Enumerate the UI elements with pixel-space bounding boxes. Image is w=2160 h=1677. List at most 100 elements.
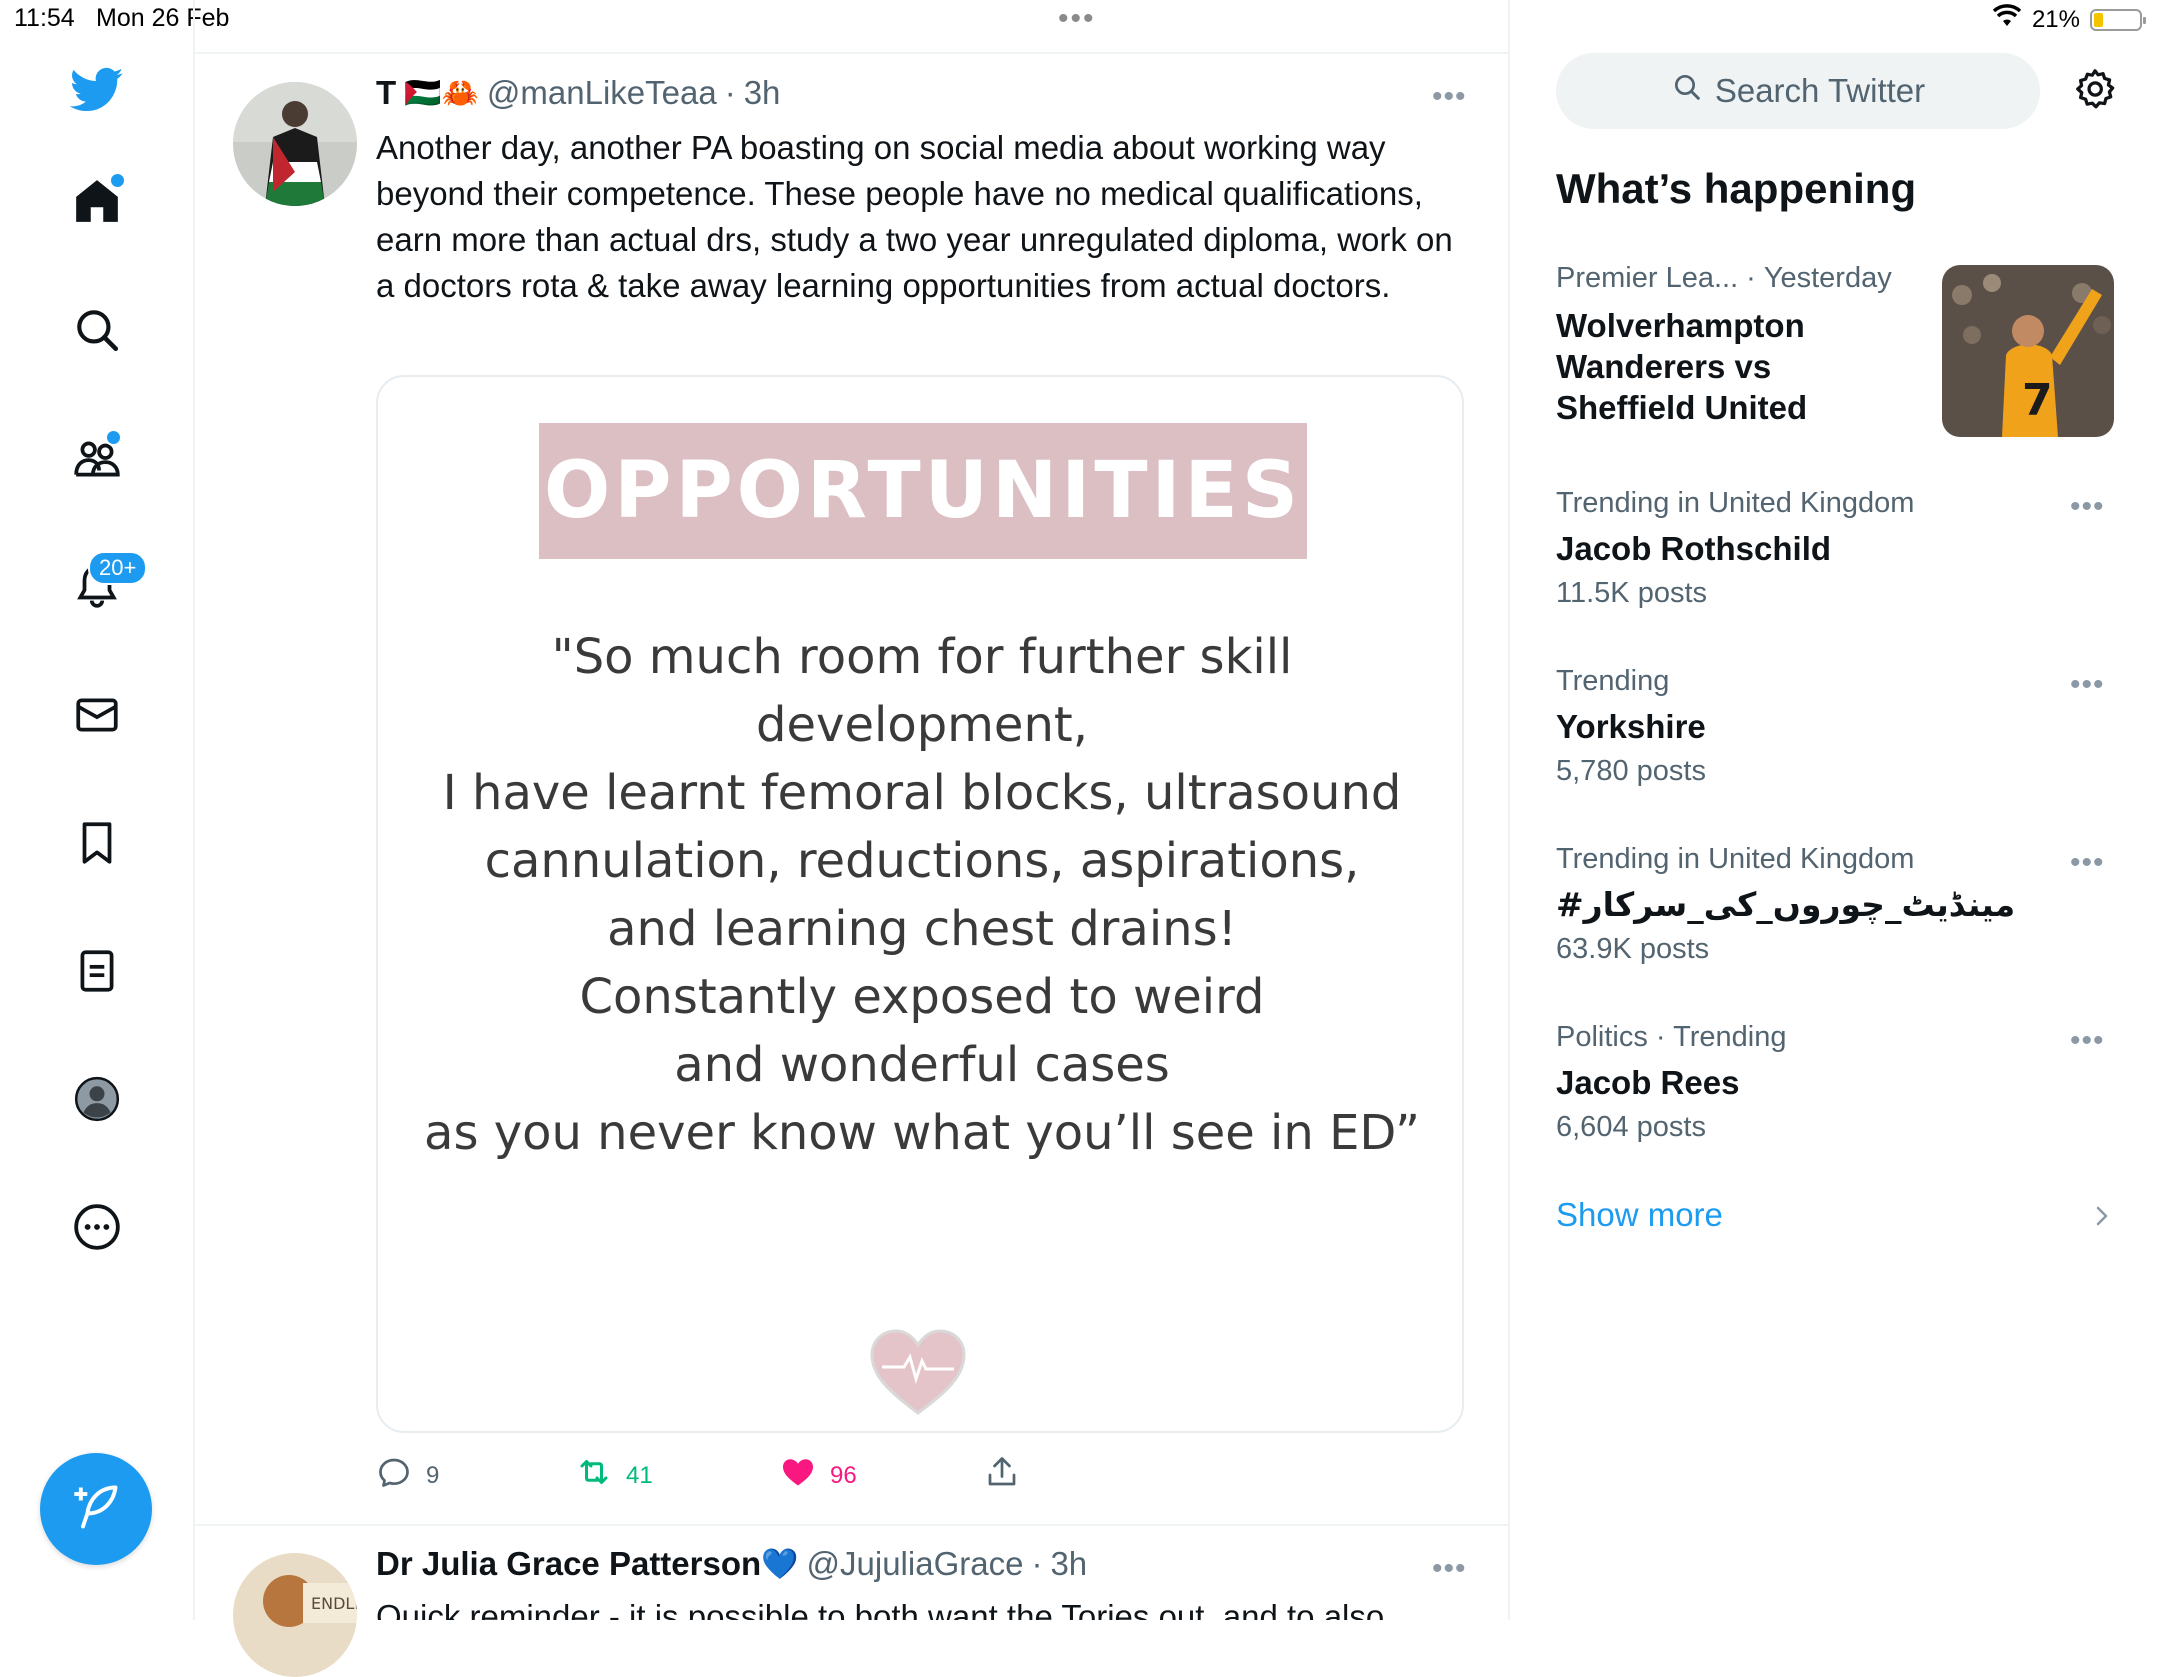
tweet-divider [194,1524,1508,1526]
share-icon [984,1454,1020,1497]
tweet-author-avatar[interactable] [233,82,357,206]
nav-communities[interactable] [62,425,132,495]
chevron-right-icon[interactable] [2090,1200,2114,1237]
list-icon [72,946,122,1001]
quote-line: Constantly exposed to weird [579,969,1265,1025]
reply-count: 9 [426,1461,440,1489]
nav-divider [193,0,195,1620]
trend-more-button[interactable]: ••• [2070,846,2105,880]
featured-event-image[interactable]: 7 [1942,265,2114,437]
tweet-author-handle[interactable]: @manLikeTeaa [487,74,717,112]
trend-item[interactable]: Trending in United Kingdom #مینڈیٹ_چوروں… [1556,843,2116,966]
tweet-header: T 🇵🇸🦀 @manLikeTeaa · 3h [376,74,780,112]
feather-plus-icon [70,1481,122,1538]
retweet-count: 41 [626,1461,653,1489]
nav-home[interactable] [62,168,132,238]
blue-heart-emoji: 💙 [761,1547,799,1581]
compose-tweet-button[interactable] [40,1453,152,1565]
separator-dot: · [724,74,736,111]
tweet-author-handle[interactable]: @JujuliaGrace [807,1545,1024,1583]
trend-context: Trending in United Kingdom [1556,843,1915,875]
trend-item[interactable]: Politics · Trending Jacob Rees 6,604 pos… [1556,1021,2116,1144]
settings-button[interactable] [2072,66,2122,116]
trend-item[interactable]: Trending in United Kingdom Jacob Rothsch… [1556,487,2116,610]
featured-context: Premier Lea... [1556,262,1739,294]
more-horizontal-icon: ••• [2070,490,2105,523]
battery-percent: 21% [2031,5,2080,33]
trend-title: Jacob Rothschild [1556,530,1832,567]
nav-messages[interactable] [62,682,132,752]
trend-title: #مینڈیٹ_چوروں_کی_سرکار [1556,885,2016,924]
featured-event[interactable]: Premier Lea... · Yesterday Wolverhampton… [1556,262,1956,428]
status-indicators: 21% [1992,4,2146,35]
tweet-text: Another day, another PA boasting on soci… [376,129,1453,304]
battery-fill [2094,12,2103,27]
trend-more-button[interactable]: ••• [2070,490,2105,524]
opportunities-title: OPPORTUNITIES [543,446,1303,536]
trend-count: 6,604 posts [1556,1111,1706,1143]
show-more-link[interactable]: Show more [1556,1196,1723,1234]
quote-line: "So much room for further skill [551,629,1293,685]
trend-count: 11.5K posts [1556,577,1708,609]
trend-context: Trending in United Kingdom [1556,487,1915,519]
trend-more-button[interactable]: ••• [2070,1024,2105,1058]
retweet-button[interactable]: 41 [576,1454,653,1497]
retweet-icon [576,1454,612,1497]
quote-line: and learning chest drains! [607,901,1237,957]
tweet-more-button[interactable]: ••• [1432,1552,1467,1586]
more-horizontal-icon: ••• [2070,846,2105,879]
nav-bookmarks[interactable] [62,810,132,880]
featured-title-line: Wanderers vs [1556,348,1772,385]
svg-text:7: 7 [2022,375,2053,426]
tweet-author-avatar[interactable]: ENDLES [233,1553,357,1677]
like-count: 96 [830,1461,857,1489]
author-flag-emojis: 🇵🇸🦀 [404,76,479,110]
envelope-icon [72,690,122,745]
tweet-time[interactable]: 3h [1050,1545,1087,1583]
nav-notifications[interactable]: 20+ [62,551,148,623]
nav-explore[interactable] [62,297,132,367]
tweet-author-name[interactable]: T [376,74,396,112]
more-horizontal-icon: ••• [2070,1024,2105,1057]
more-horizontal-icon: ••• [1432,80,1467,113]
more-horizontal-icon: ••• [1432,1552,1467,1585]
search-input[interactable]: Search Twitter [1556,53,2040,129]
communities-unread-dot [105,429,122,446]
quote-line: cannulation, reductions, aspirations, [484,833,1360,889]
search-icon [72,305,122,360]
more-icon [72,1202,122,1257]
share-button[interactable] [984,1454,1020,1497]
twitter-logo-icon[interactable] [62,54,132,124]
separator-dot: · [1031,1545,1043,1582]
nav-more[interactable] [62,1194,132,1264]
opportunities-banner: OPPORTUNITIES [539,423,1307,559]
search-placeholder: Search Twitter [1714,72,1926,109]
quote-line: and wonderful cases [674,1037,1170,1093]
tweet-author-name[interactable]: Dr Julia Grace Patterson [376,1545,761,1583]
tweet-header: Dr Julia Grace Patterson 💙 @JujuliaGrace… [376,1545,1087,1583]
bookmark-icon [72,818,122,873]
status-time: 11:54 [14,4,75,32]
trend-count: 63.9K posts [1556,933,1710,965]
trend-context: Trending [1556,665,1670,697]
nav-lists[interactable] [62,938,132,1008]
status-date: Mon 26 Feb [96,4,230,32]
tweet-more-button[interactable]: ••• [1432,80,1467,114]
multitasking-handle[interactable]: ••• [1058,2,1096,36]
nav-profile[interactable] [62,1066,132,1136]
whats-happening-title: What’s happening [1556,165,1917,212]
quote-line: I have learnt femoral blocks, ultrasound [442,765,1402,821]
tweet-time[interactable]: 3h [744,74,781,112]
trend-item[interactable]: Trending Yorkshire 5,780 posts [1556,665,2116,788]
tweet-media-image[interactable]: OPPORTUNITIES "So much room for further … [376,375,1464,1433]
featured-when: Yesterday [1763,262,1892,294]
gear-icon [2072,69,2118,116]
like-button[interactable]: 96 [780,1454,857,1497]
wifi-icon [1992,4,2022,35]
reply-button[interactable]: 9 [376,1454,439,1497]
featured-title-line: Wolverhampton [1556,307,1805,344]
trend-title: Jacob Rees [1556,1064,1740,1101]
timeline-divider [1508,0,1510,1620]
trend-more-button[interactable]: ••• [2070,668,2105,702]
quote-line: development, [756,697,1088,753]
